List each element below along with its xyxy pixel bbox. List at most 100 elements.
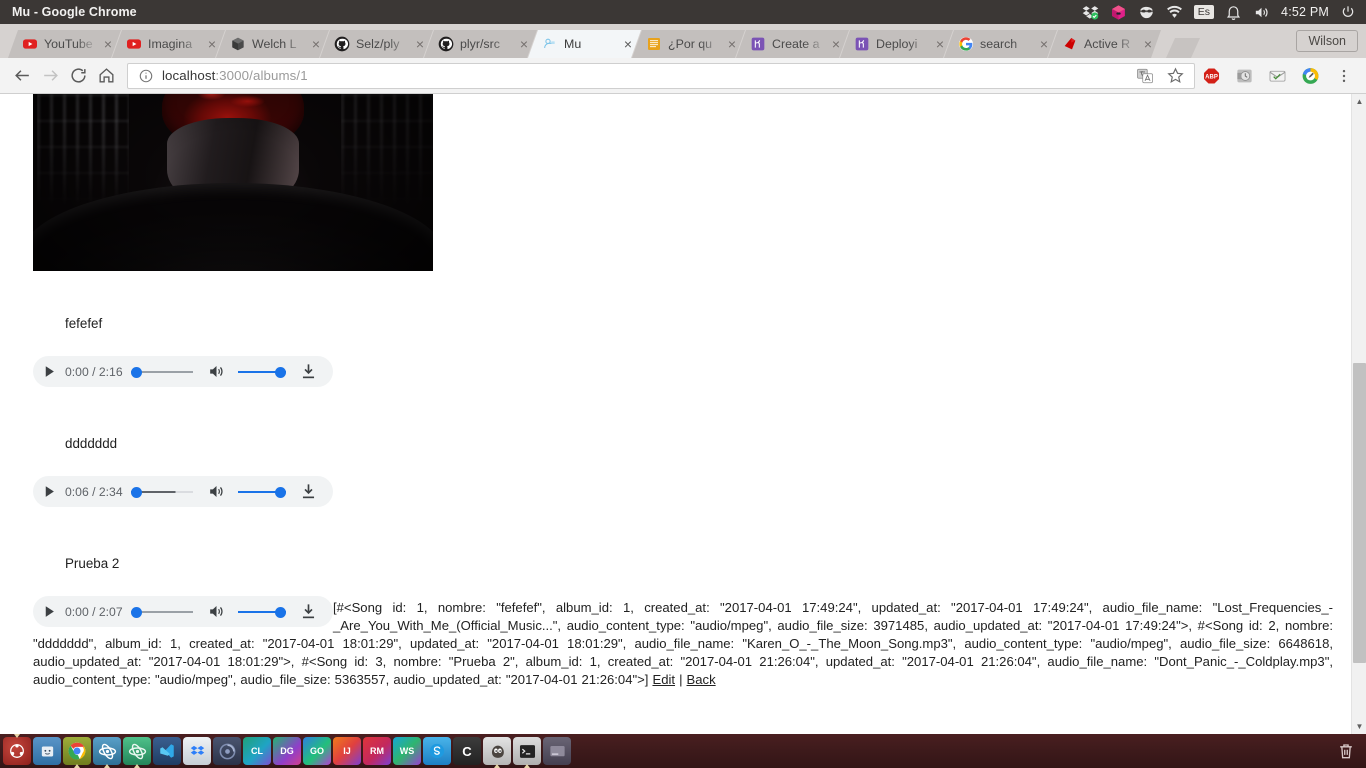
close-icon[interactable]: ×: [725, 38, 739, 50]
ruby-icon: [1062, 36, 1078, 52]
volume-icon[interactable]: [1253, 4, 1270, 21]
dock-item-firefox-dev[interactable]: [213, 737, 241, 765]
close-icon[interactable]: ×: [1141, 38, 1155, 50]
adblock-plus-icon[interactable]: ABP: [1202, 66, 1221, 85]
dock-item-label: CL: [251, 746, 263, 756]
scroll-down-icon[interactable]: ▼: [1352, 719, 1366, 734]
dock-item-skype[interactable]: [423, 737, 451, 765]
play-button[interactable]: [41, 363, 58, 380]
youtube-icon: [22, 36, 38, 52]
close-icon[interactable]: ×: [101, 38, 115, 50]
home-button[interactable]: [92, 62, 120, 90]
keyboard-layout-indicator[interactable]: Es: [1193, 5, 1215, 19]
close-icon[interactable]: ×: [621, 38, 635, 50]
dock-item-label: DG: [280, 746, 294, 756]
volume-slider[interactable]: [237, 365, 286, 379]
album-cover-image: [33, 94, 433, 271]
volume-button[interactable]: [207, 482, 226, 501]
dock-item-label: GO: [309, 746, 324, 756]
bell-icon[interactable]: [1225, 4, 1242, 21]
clock[interactable]: 4:52 PM: [1281, 5, 1329, 19]
url-path: :3000/albums/1: [215, 68, 308, 83]
play-button[interactable]: [41, 483, 58, 500]
close-icon[interactable]: ×: [1037, 38, 1051, 50]
download-button[interactable]: [299, 362, 318, 381]
dock-item-intellij-idea[interactable]: IJ: [333, 737, 361, 765]
running-indicator: [134, 764, 140, 768]
new-tab-button[interactable]: [1166, 38, 1200, 58]
browser-tab-porque[interactable]: ¿Por qu ×: [632, 30, 745, 58]
reload-button[interactable]: [64, 62, 92, 90]
tab-strip: YouTube × Imagina × Welch L × Selz/ply ×…: [0, 24, 1366, 58]
browser-tab-activerecord[interactable]: Active R ×: [1048, 30, 1161, 58]
mail-icon[interactable]: [1268, 66, 1287, 85]
tab-label: Deployi: [876, 37, 918, 51]
chrome-menu-button[interactable]: [1330, 62, 1358, 90]
browser-tab-create[interactable]: Create a ×: [736, 30, 849, 58]
close-icon[interactable]: ×: [517, 38, 531, 50]
dock-item-goland[interactable]: GO: [303, 737, 331, 765]
dock-item-system-settings[interactable]: [543, 737, 571, 765]
system-tray: Es 4:52 PM: [1082, 4, 1366, 21]
audio-player[interactable]: 0:00 / 2:16: [33, 356, 333, 387]
dock-item-datagrip[interactable]: DG: [273, 737, 301, 765]
scrollbar-thumb[interactable]: [1353, 363, 1366, 663]
dock-item-trash[interactable]: [1332, 737, 1360, 765]
close-icon[interactable]: ×: [829, 38, 843, 50]
download-button[interactable]: [299, 482, 318, 501]
dock-item-rubymine[interactable]: RM: [363, 737, 391, 765]
scroll-up-icon[interactable]: ▲: [1352, 94, 1366, 109]
profile-button[interactable]: Wilson: [1296, 30, 1358, 52]
dock-item-clion[interactable]: CL: [243, 737, 271, 765]
vertical-scrollbar[interactable]: ▲ ▼: [1351, 94, 1366, 734]
wifi-icon[interactable]: [1166, 4, 1183, 21]
browser-tab-youtube[interactable]: YouTube ×: [8, 30, 121, 58]
mask-icon[interactable]: [1138, 4, 1155, 21]
dock-item-terminal[interactable]: [513, 737, 541, 768]
volume-slider[interactable]: [237, 485, 286, 499]
close-icon[interactable]: ×: [309, 38, 323, 50]
info-icon[interactable]: [138, 68, 154, 84]
browser-tab-plyr-src[interactable]: plyr/src ×: [424, 30, 537, 58]
dock-item-ubuntu-dash[interactable]: [3, 734, 31, 765]
back-link[interactable]: Back: [687, 672, 716, 687]
dropbox-icon[interactable]: [1082, 4, 1099, 21]
tab-label: Mu: [564, 37, 582, 51]
close-icon[interactable]: ×: [205, 38, 219, 50]
dock-item-webstorm[interactable]: WS: [393, 737, 421, 765]
close-icon[interactable]: ×: [413, 38, 427, 50]
tab-label: Imagina: [148, 37, 193, 51]
back-button[interactable]: [8, 62, 36, 90]
unity-top-panel: Mu - Google Chrome Es 4:52 PM: [0, 0, 1366, 24]
audio-player[interactable]: 0:06 / 2:34: [33, 476, 333, 507]
dock-item-atom-beta[interactable]: [93, 737, 121, 768]
edit-link[interactable]: Edit: [652, 672, 675, 687]
dock-item-visual-studio-code[interactable]: [153, 737, 181, 765]
dock-item-files[interactable]: [33, 737, 61, 765]
dock-item-google-chrome[interactable]: [63, 737, 91, 768]
star-icon[interactable]: [1166, 66, 1185, 85]
seek-slider[interactable]: [130, 365, 193, 379]
browser-tab-selz-plyr[interactable]: Selz/ply ×: [320, 30, 433, 58]
volume-button[interactable]: [207, 362, 226, 381]
browser-tab-mu[interactable]: Mu ×: [528, 30, 641, 58]
power-icon[interactable]: [1340, 4, 1357, 21]
translate-icon[interactable]: [1135, 66, 1154, 85]
browser-tab-search[interactable]: search ×: [944, 30, 1057, 58]
heroku-icon: [750, 36, 766, 52]
dock-item-gimp[interactable]: [483, 737, 511, 768]
dock-item-crashplan[interactable]: C: [453, 737, 481, 765]
dock-item-atom[interactable]: [123, 737, 151, 768]
close-icon[interactable]: ×: [933, 38, 947, 50]
address-bar[interactable]: localhost:3000/albums/1: [127, 62, 1195, 89]
running-indicator: [104, 764, 110, 768]
browser-tab-deploying[interactable]: Deployi ×: [840, 30, 953, 58]
url-text: localhost:3000/albums/1: [162, 68, 308, 83]
browser-tab-welch[interactable]: Welch L ×: [216, 30, 329, 58]
seek-slider[interactable]: [130, 485, 193, 499]
history-clock-icon[interactable]: [1235, 66, 1254, 85]
dock-item-dropbox[interactable]: [183, 737, 211, 765]
pencil-circle-icon[interactable]: [1301, 66, 1320, 85]
cube-icon[interactable]: [1110, 4, 1127, 21]
browser-tab-imagina[interactable]: Imagina ×: [112, 30, 225, 58]
